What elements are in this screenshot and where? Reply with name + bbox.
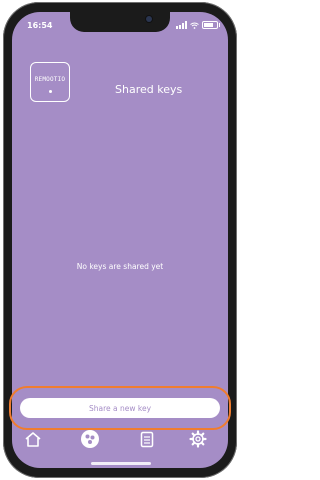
logo-dot xyxy=(49,90,52,93)
tab-keys[interactable] xyxy=(79,428,101,450)
home-indicator xyxy=(91,462,151,465)
home-icon xyxy=(25,432,41,447)
remootio-logo: REMOOTIO xyxy=(30,62,70,102)
log-icon xyxy=(140,431,154,447)
front-camera xyxy=(146,16,152,22)
page-title: Shared keys xyxy=(115,83,183,96)
settings-icon xyxy=(189,430,207,448)
status-time: 16:54 xyxy=(27,21,53,30)
tab-bar xyxy=(20,428,220,452)
tab-settings[interactable] xyxy=(187,428,209,450)
wifi-icon xyxy=(190,22,199,29)
signal-icon xyxy=(176,21,187,29)
logo-text: REMOOTIO xyxy=(34,76,66,83)
tab-log[interactable] xyxy=(136,428,158,450)
keys-icon xyxy=(81,430,99,448)
tab-home[interactable] xyxy=(22,428,44,450)
share-new-key-button[interactable]: Share a new key xyxy=(20,398,220,418)
notch xyxy=(70,12,170,32)
empty-state-message: No keys are shared yet xyxy=(76,262,164,271)
status-icons xyxy=(176,20,220,30)
battery-icon xyxy=(202,21,220,29)
